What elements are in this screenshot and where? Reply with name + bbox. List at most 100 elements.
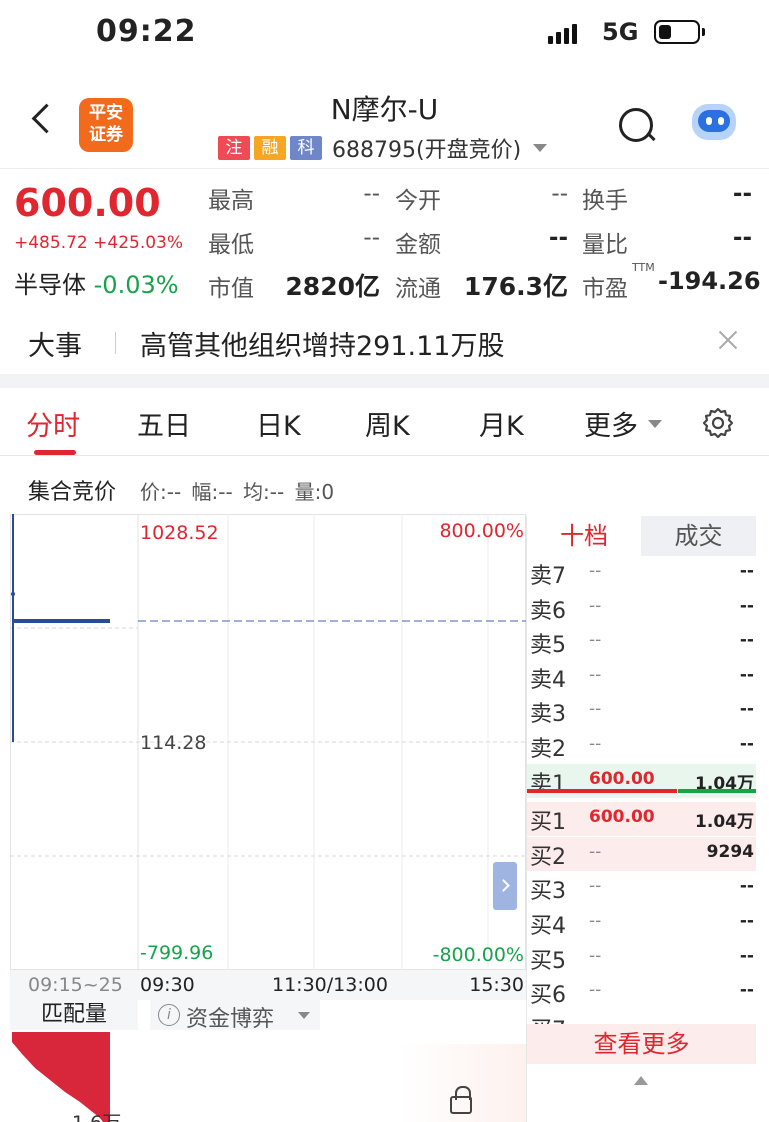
order-volume: -- [739,911,754,931]
view-more-button[interactable]: 查看更多 [527,1024,756,1064]
sell1-sell-ratio-bar [678,789,756,793]
order-volume: -- [739,561,754,581]
order-side: 卖3 [530,702,566,728]
order-price: -- [589,876,602,897]
order-price: 600.00 [589,807,655,828]
tab-more[interactable]: 更多 [584,404,638,443]
tab-trades[interactable]: 成交 [641,516,756,556]
order-side: 买1 [530,810,566,836]
price-axis-mid: 114.28 [140,732,207,754]
intraday-chart[interactable]: 1028.52 114.28 -799.96 800.00% -800.00% [10,514,526,970]
stock-code-status: 688795(开盘竞价) [332,138,522,163]
network-type: 5G [602,18,639,46]
tab-ten-levels[interactable]: 十档 [527,516,641,556]
fund-game-selector[interactable]: i 资金博弈 [150,1000,320,1032]
volume-ratio-label: 量比 [582,232,628,258]
order-book-row[interactable]: 买3 -- -- [527,871,756,905]
mcap-label: 市值 [208,276,254,302]
chevron-right-icon[interactable] [493,862,517,910]
pe-value: -194.26 [658,267,761,295]
brand-logo[interactable]: 平安 证券 [79,98,133,152]
order-side: 卖5 [530,633,566,659]
order-volume: -- [739,734,754,754]
low-value: -- [363,225,380,251]
news-divider [115,332,116,354]
order-volume: -- [739,945,754,966]
order-price: -- [589,630,602,651]
low-label: 最低 [208,232,254,258]
order-side: 卖2 [530,737,566,762]
price-dot [11,592,15,596]
pe-label: 市盈 [582,276,628,302]
sector-change: -0.03% [93,271,179,299]
stock-meta[interactable]: 注 融 科 688795(开盘竞价) [218,132,548,164]
order-volume: -- [739,699,754,720]
sector-info[interactable]: 半导体 -0.03% [14,265,179,300]
battery-icon [654,20,700,44]
gear-icon[interactable] [701,406,735,440]
order-book-row[interactable]: 卖6 -- -- [527,591,756,625]
pe-ttm-sup: TTM [632,261,655,274]
chevron-down-icon [648,420,662,428]
turnover-label: 换手 [582,188,628,214]
chevron-up-icon[interactable] [634,1076,648,1085]
price-axis-bottom: -799.96 [140,942,214,964]
pct-axis-top: 800.00% [439,520,524,542]
order-book-row[interactable]: 卖7 -- -- [527,556,756,590]
order-volume: -- [739,630,754,651]
order-price: -- [589,911,602,931]
order-book-row[interactable]: 买5 -- -- [527,941,756,975]
signal-icon [548,22,577,44]
price-axis-top: 1028.52 [140,522,219,544]
auction-label: 集合竞价 [28,480,117,505]
order-volume: -- [739,595,754,616]
order-volume: 1.04万 [695,812,754,833]
high-label: 最高 [208,188,254,214]
order-side: 卖6 [530,598,566,624]
news-text[interactable]: 高管其他组织增持291.11万股 [140,324,504,363]
robot-assistant-icon[interactable] [690,100,738,144]
close-icon[interactable] [716,328,740,352]
tab-daily-k[interactable]: 日K [256,404,301,443]
time-label-close: 15:30 [469,974,524,996]
back-button[interactable] [22,98,62,142]
order-book-row[interactable]: 买2 -- 9294 [527,836,756,871]
open-value: -- [551,181,568,207]
order-book-row[interactable]: 卖4 -- -- [527,660,756,694]
tab-five-day[interactable]: 五日 [137,404,191,443]
order-price: -- [589,664,602,685]
order-book-row[interactable]: 卖3 -- -- [527,694,756,728]
tab-weekly-k[interactable]: 周K [365,404,410,443]
order-price: -- [589,945,602,966]
order-book-row[interactable]: 买6 -- -- [527,975,756,1009]
chart-tabs: 分时 五日 日K 周K 月K 更多 [0,388,769,456]
order-price: -- [589,841,602,862]
chevron-down-icon [533,144,548,152]
amount-value: -- [548,225,568,251]
order-price: -- [589,734,602,754]
lock-icon [450,1086,472,1114]
section-gap [0,374,769,388]
news-bar[interactable]: 大事 高管其他组织增持291.11万股 [0,308,769,374]
order-volume: -- [739,876,754,897]
sell1-buy-ratio-bar [527,789,677,793]
brand-logo-line2: 证券 [89,125,123,145]
open-label: 今开 [395,188,441,214]
tag-registration: 注 [218,136,250,160]
auction-info-bar: 集合竞价 价:-- 幅:-- 均:-- 量:0 [0,466,769,506]
order-book-row[interactable]: 买1 600.00 1.04万 [527,802,756,837]
price-change: +485.72 +425.03% [14,233,184,253]
sector-name: 半导体 [14,271,86,299]
search-icon[interactable] [616,106,656,146]
locked-area[interactable] [398,1044,526,1122]
order-price: -- [589,699,602,720]
status-time: 09:22 [96,14,197,49]
tab-monthly-k[interactable]: 月K [479,404,524,443]
order-book-row[interactable]: 买4 -- -- [527,906,756,940]
mcap-value: 2820亿 [285,272,380,301]
order-volume: -- [739,664,754,685]
tab-intraday[interactable]: 分时 [26,404,80,443]
order-book-row[interactable]: 卖2 -- -- [527,729,756,763]
bottom-indicator-panel: 匹配量 i 资金博弈 1.6万 [10,1000,526,1122]
order-book-row[interactable]: 卖5 -- -- [527,625,756,659]
